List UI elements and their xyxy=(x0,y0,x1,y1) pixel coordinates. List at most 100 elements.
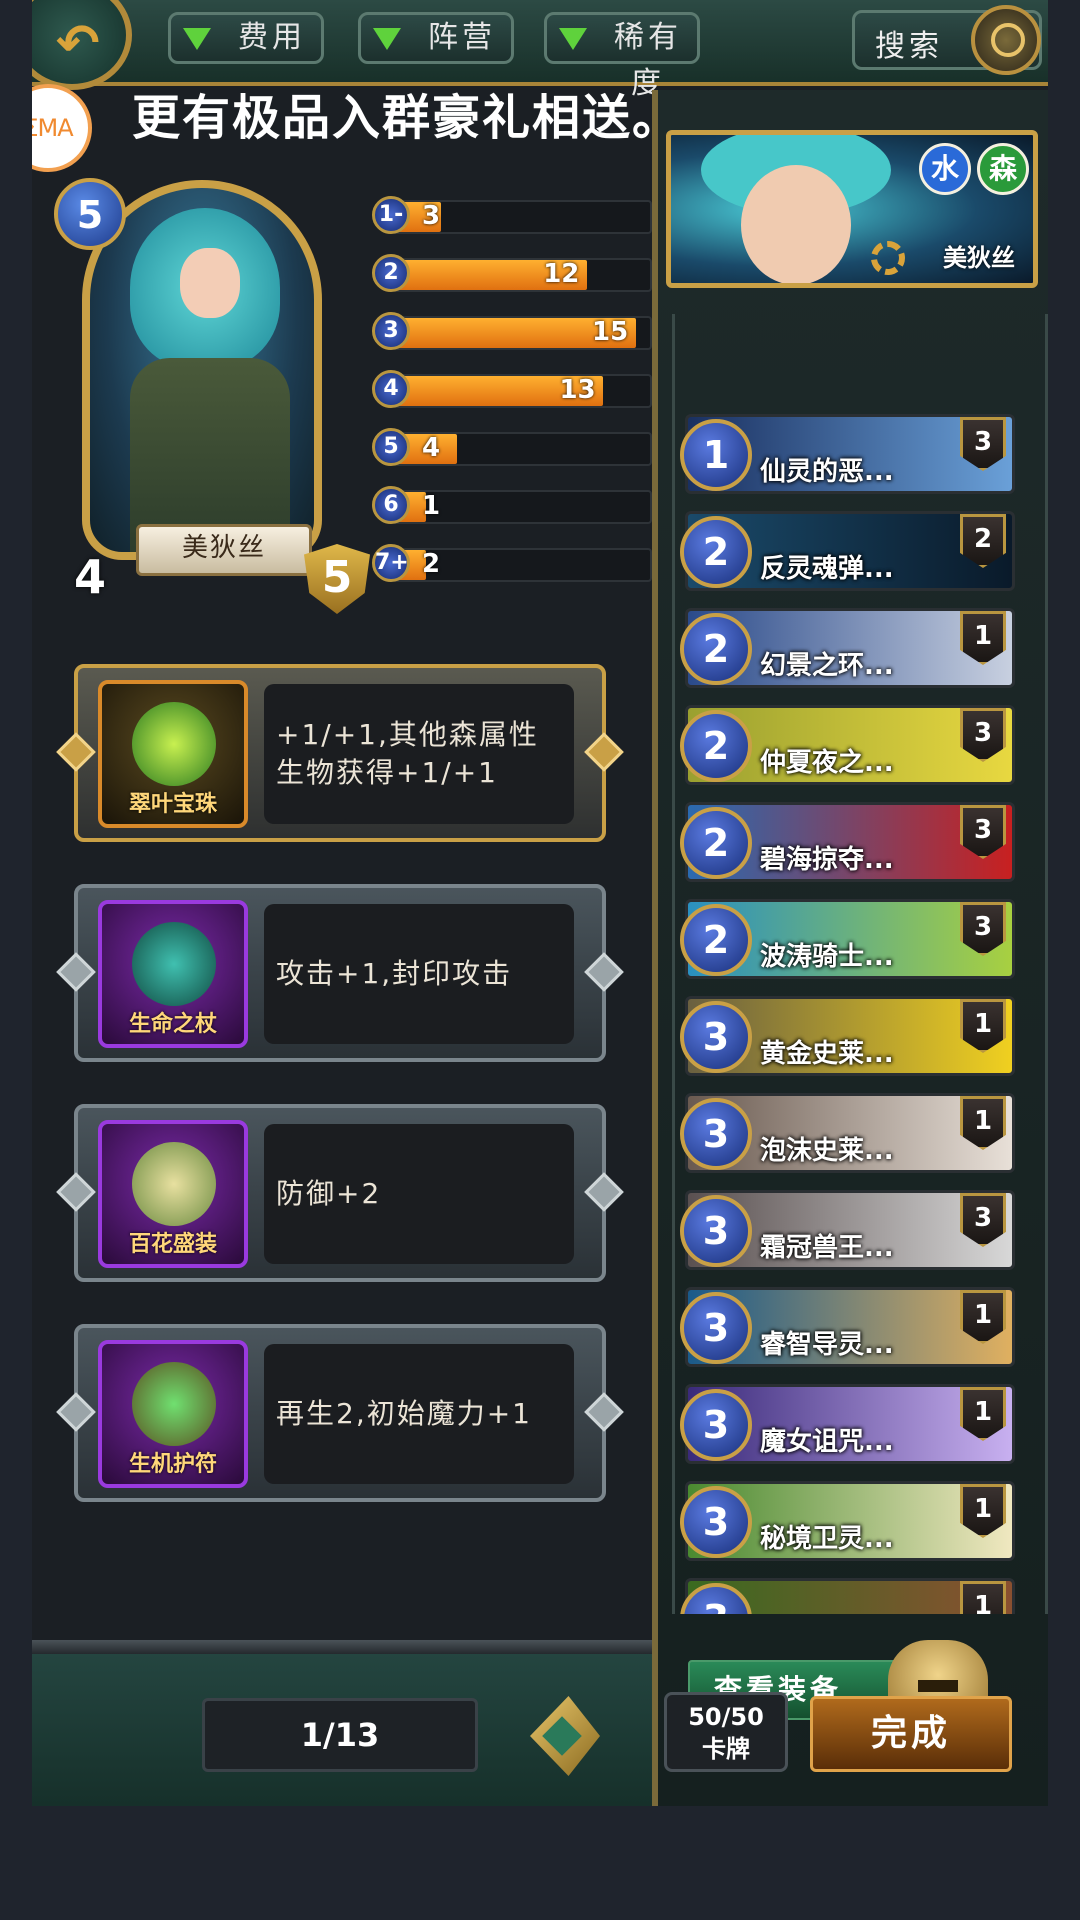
card-cost-gem: 3 xyxy=(680,1195,752,1267)
deck-card-row[interactable]: 3 黄金史莱... 1 xyxy=(680,996,1015,1076)
mana-curve-row: 61 xyxy=(372,486,662,526)
card-name: 黄金史莱... xyxy=(760,1039,894,1069)
hero-card-frame xyxy=(82,180,322,560)
equipment-slot[interactable]: 生机护符 再生2,初始魔力+1 xyxy=(56,1324,624,1502)
amulet-icon: 生机护符 xyxy=(98,1340,248,1488)
card-cost-gem: 3 xyxy=(680,1583,752,1614)
mana-curve-cost: 2 xyxy=(372,254,410,292)
card-quantity-badge: 3 xyxy=(960,1193,1006,1247)
card-name: 秘境卫灵... xyxy=(760,1524,894,1554)
left-pane: 5 美狄丝 4 5 1- 3 2 12 3 15 4 13 5 4 6 1 7+ 2 翠叶宝珠 +1/+1,… xyxy=(32,90,652,1806)
deck-card-list[interactable]: 1 仙灵的恶... 3 2 反灵魂弹... 2 2 幻景之环... 1 2 仲夏夜之... 3 2 碧海掠… xyxy=(672,314,1048,1614)
equipment-slot[interactable]: 百花盛装 防御+2 xyxy=(56,1104,624,1282)
mana-curve-row: 7+ 2 xyxy=(372,544,662,584)
top-bar: ↶ 费用 阵营 稀有度 搜索 xyxy=(32,0,1048,101)
filter-faction-button[interactable]: 阵营 xyxy=(358,12,514,64)
card-cost-gem: 2 xyxy=(680,516,752,588)
equipment-art xyxy=(132,922,216,1006)
mana-curve-count: 4 xyxy=(422,433,441,463)
green-orb-icon: 翠叶宝珠 xyxy=(98,680,248,828)
mana-curve-row: 2 12 xyxy=(372,254,662,294)
mana-curve-cost: 3 xyxy=(372,312,410,350)
staff-icon: 生命之杖 xyxy=(98,900,248,1048)
mana-curve-row: 3 15 xyxy=(372,312,662,352)
back-button[interactable]: ↶ xyxy=(32,0,132,90)
mana-curve-cost: 4 xyxy=(372,370,410,408)
deck-card-row[interactable]: 3 霜冠兽王... 3 xyxy=(680,1190,1015,1270)
deck-card-row[interactable]: 3 秘境卫灵... 1 xyxy=(680,1481,1015,1561)
search-button[interactable]: 搜索 xyxy=(852,5,1042,75)
deck-card-row[interactable]: 1 仙灵的恶... 3 xyxy=(680,414,1015,494)
card-cost-gem: 2 xyxy=(680,710,752,782)
page-indicator: 1/13 xyxy=(202,1698,478,1772)
hero-attack: 4 xyxy=(74,550,107,604)
hero-card[interactable]: 5 美狄丝 4 5 xyxy=(32,90,372,614)
card-name: 睿智导灵... xyxy=(760,1330,894,1360)
card-cost-gem: 3 xyxy=(680,1001,752,1073)
element-water-badge: 水 xyxy=(919,143,971,195)
deck-card-row[interactable]: 2 碧海掠夺... 3 xyxy=(680,802,1015,882)
diamond-ornament-icon xyxy=(56,952,96,992)
card-name: 魔女诅咒... xyxy=(760,1427,894,1457)
filter-rarity-button[interactable]: 稀有度 xyxy=(544,12,700,101)
card-cost-gem: 2 xyxy=(680,904,752,976)
portrait-hero-name: 美狄丝 xyxy=(943,244,1015,272)
diamond-ornament-icon xyxy=(56,1392,96,1432)
mana-curve-cost: 5 xyxy=(372,428,410,466)
magnifier-icon xyxy=(971,5,1041,75)
gear-icon[interactable] xyxy=(871,241,905,275)
app-window: ↶ 费用 阵营 稀有度 搜索 更有极品入群豪礼相送。 5 美狄丝 4 5 1- … xyxy=(32,0,1048,1806)
card-quantity-badge: 1 xyxy=(960,1096,1006,1150)
deck-card-row[interactable]: 2 波涛骑士... 3 xyxy=(680,899,1015,979)
card-name: 波涛骑士... xyxy=(760,942,894,972)
deck-card-row[interactable]: 3 睿智导灵... 1 xyxy=(680,1287,1015,1367)
card-cost-gem: 3 xyxy=(680,1389,752,1461)
card-quantity-badge: 2 xyxy=(960,514,1006,568)
deck-card-row[interactable]: 2 仲夏夜之... 3 xyxy=(680,705,1015,785)
equipment-name: 翠叶宝珠 xyxy=(128,792,217,817)
card-quantity-badge: 3 xyxy=(960,417,1006,471)
card-quantity-badge: 3 xyxy=(960,708,1006,762)
deck-card-row[interactable]: 2 幻景之环... 1 xyxy=(680,608,1015,688)
next-page-button[interactable] xyxy=(524,1688,608,1784)
filter-cost-button[interactable]: 费用 xyxy=(168,12,324,64)
mana-curve-row: 54 xyxy=(372,428,662,468)
dropdown-triangle-icon xyxy=(373,28,401,50)
dress-icon: 百花盛装 xyxy=(98,1120,248,1268)
mana-curve-count: 12 xyxy=(543,259,580,289)
card-quantity-badge: 1 xyxy=(960,999,1006,1053)
equipment-description: 再生2,初始魔力+1 xyxy=(264,1344,574,1484)
search-label: 搜索 xyxy=(875,29,943,64)
right-pane: 水 森 美狄丝 1 仙灵的恶... 3 2 反灵魂弹... 2 2 幻景之环... 1 2 仲夏夜之… xyxy=(652,90,1048,1806)
deck-card-row[interactable]: 3 泡沫史莱... 1 xyxy=(680,1093,1015,1173)
diamond-ornament-icon xyxy=(56,1172,96,1212)
hero-portrait[interactable]: 水 森 美狄丝 xyxy=(666,130,1038,288)
mana-curve-count: 2 xyxy=(422,549,441,579)
element-forest-badge: 森 xyxy=(977,143,1029,195)
card-cost-gem: 2 xyxy=(680,807,752,879)
diamond-ornament-icon xyxy=(584,1392,624,1432)
card-cost-gem: 2 xyxy=(680,613,752,685)
dropdown-triangle-icon xyxy=(183,28,211,50)
diamond-ornament-icon xyxy=(584,732,624,772)
card-cost-gem: 3 xyxy=(680,1098,752,1170)
card-quantity-badge: 3 xyxy=(960,805,1006,859)
deck-card-row[interactable]: 31 xyxy=(680,1578,1015,1614)
hero-defense-shield: 5 xyxy=(304,544,370,614)
equipment-name: 百花盛装 xyxy=(128,1232,217,1257)
done-button[interactable]: 完成 xyxy=(810,1696,1012,1772)
card-quantity-badge: 1 xyxy=(960,1484,1006,1538)
dropdown-triangle-icon xyxy=(559,28,587,50)
card-name: 仲夏夜之... xyxy=(760,748,894,778)
card-name: 碧海掠夺... xyxy=(760,845,894,875)
hero-cost-gem: 5 xyxy=(54,178,126,250)
filter-faction-label: 阵营 xyxy=(428,20,496,55)
equipment-art xyxy=(132,702,216,786)
equipment-slot[interactable]: 生命之杖 攻击+1,封印攻击 xyxy=(56,884,624,1062)
deck-card-row[interactable]: 3 魔女诅咒... 1 xyxy=(680,1384,1015,1464)
card-cost-gem: 3 xyxy=(680,1486,752,1558)
deck-count-value: 50/50 xyxy=(688,1703,764,1731)
mana-curve-count: 13 xyxy=(559,375,596,405)
deck-card-row[interactable]: 2 反灵魂弹... 2 xyxy=(680,511,1015,591)
equipment-slot[interactable]: 翠叶宝珠 +1/+1,其他森属性生物获得+1/+1 xyxy=(56,664,624,842)
